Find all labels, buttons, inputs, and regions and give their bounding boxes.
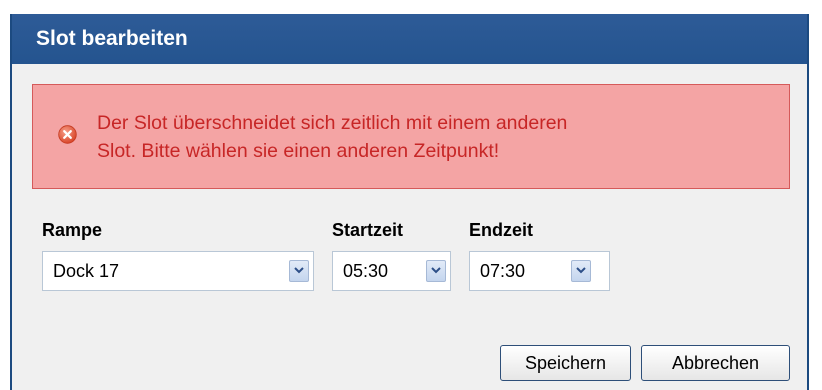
error-icon bbox=[58, 125, 77, 144]
rampe-value: Dock 17 bbox=[53, 261, 120, 281]
rampe-select[interactable]: Dock 17 bbox=[42, 251, 314, 291]
endzeit-label: Endzeit bbox=[469, 220, 534, 240]
startzeit-label: Startzeit bbox=[332, 220, 404, 240]
error-text-line-2: Slot. Bitte wählen sie einen anderen Zei… bbox=[97, 140, 500, 162]
error-text: Der Slot überschneidet sich zeitlich mit… bbox=[97, 109, 777, 165]
startzeit-select[interactable]: 05:30 bbox=[332, 251, 451, 291]
endzeit-value: 07:30 bbox=[480, 261, 526, 281]
error-message-box: Der Slot überschneidet sich zeitlich mit… bbox=[32, 84, 790, 189]
startzeit-value: 05:30 bbox=[343, 261, 389, 281]
endzeit-select[interactable]: 07:30 bbox=[469, 251, 610, 291]
rampe-label: Rampe bbox=[42, 220, 103, 240]
cancel-button[interactable]: Abbrechen bbox=[641, 345, 790, 381]
save-button[interactable]: Speichern bbox=[500, 345, 631, 381]
chevron-down-icon[interactable] bbox=[289, 260, 309, 282]
chevron-down-icon[interactable] bbox=[426, 260, 446, 282]
slot-dialog: Slot bearbeiten Der Slot überschneidet s… bbox=[10, 14, 809, 390]
dialog-title: Slot bearbeiten bbox=[12, 14, 807, 64]
error-text-line-1: Der Slot überschneidet sich zeitlich mit… bbox=[97, 112, 568, 134]
chevron-down-icon[interactable] bbox=[571, 260, 591, 282]
